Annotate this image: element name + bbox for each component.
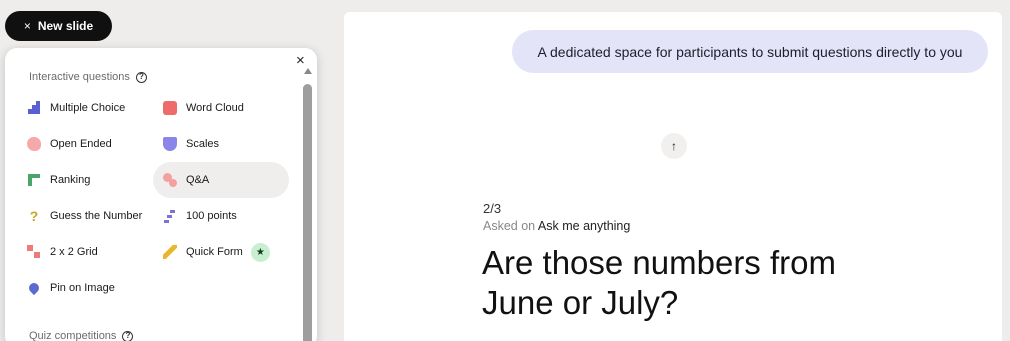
item-open-ended[interactable]: Open Ended xyxy=(17,126,147,162)
item-label: Ranking xyxy=(50,174,91,186)
item-label: Multiple Choice xyxy=(50,102,126,114)
qa-icon xyxy=(163,173,177,187)
pin-icon xyxy=(26,280,42,296)
item-label: Q&A xyxy=(186,174,210,186)
word-cloud-icon xyxy=(163,101,177,115)
asked-on-line: Asked on Ask me anything xyxy=(483,219,630,233)
item-label: Pin on Image xyxy=(50,282,115,294)
bar-chart-icon xyxy=(27,101,41,115)
scales-icon xyxy=(163,137,177,151)
asked-event: Ask me anything xyxy=(537,219,631,233)
asked-prefix: Asked on xyxy=(483,219,536,233)
item-label: Scales xyxy=(186,138,220,150)
description-bubble: A dedicated space for participants to su… xyxy=(512,30,988,73)
scroll-up-arrow-icon[interactable] xyxy=(304,68,312,74)
slide-type-popup: × Interactive questions ? Multiple Choic… xyxy=(5,48,317,341)
grid-icon xyxy=(27,245,41,259)
item-quick-form[interactable]: Quick Form ★ xyxy=(153,234,289,270)
ranking-icon xyxy=(27,173,41,187)
item-multiple-choice[interactable]: Multiple Choice xyxy=(17,90,147,126)
description-text: A dedicated space for participants to su… xyxy=(537,43,963,60)
help-icon[interactable]: ? xyxy=(135,71,147,83)
question-text: Are those numbers from June or July? xyxy=(482,244,836,321)
item-label: 2 x 2 Grid xyxy=(50,246,98,258)
new-slide-label: New slide xyxy=(37,19,94,33)
question-counter: 2/3 xyxy=(483,201,502,216)
section-header-quiz: Quiz competitions ? xyxy=(29,330,134,341)
section-header-interactive: Interactive questions ? xyxy=(29,71,147,83)
open-ended-icon xyxy=(27,137,41,151)
item-label: 100 points xyxy=(186,210,237,222)
points-icon xyxy=(163,209,177,223)
item-2x2-grid[interactable]: 2 x 2 Grid xyxy=(17,234,147,270)
pencil-icon xyxy=(163,245,177,259)
item-100-points[interactable]: 100 points xyxy=(153,198,289,234)
close-icon: × xyxy=(23,19,31,33)
item-scales[interactable]: Scales xyxy=(153,126,289,162)
item-label: Guess the Number xyxy=(50,210,143,222)
scrollbar[interactable] xyxy=(303,68,313,341)
item-label: Open Ended xyxy=(50,138,112,150)
upvote-button[interactable]: ↑ xyxy=(661,133,687,159)
help-icon[interactable]: ? xyxy=(122,330,134,341)
scroll-thumb[interactable] xyxy=(303,84,312,341)
close-icon[interactable]: × xyxy=(296,53,305,69)
new-slide-button[interactable]: × New slide xyxy=(5,11,112,41)
star-badge: ★ xyxy=(250,242,270,262)
item-word-cloud[interactable]: Word Cloud xyxy=(153,90,289,126)
slide-preview: A dedicated space for participants to su… xyxy=(344,12,1002,341)
item-pin-on-image[interactable]: Pin on Image xyxy=(17,270,147,306)
arrow-up-icon: ↑ xyxy=(671,139,677,153)
item-label: Word Cloud xyxy=(186,102,244,114)
item-guess-the-number[interactable]: ? Guess the Number xyxy=(17,198,157,234)
item-label: Quick Form xyxy=(186,246,243,258)
item-qa[interactable]: Q&A xyxy=(153,162,289,198)
question-mark-icon: ? xyxy=(29,208,39,224)
item-ranking[interactable]: Ranking xyxy=(17,162,147,198)
